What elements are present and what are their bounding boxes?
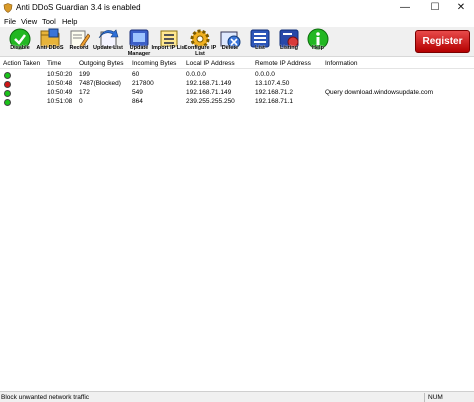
column-remote-ip[interactable]: Remote IP Address <box>255 60 311 67</box>
cell-outgoing: 0 <box>79 98 83 105</box>
menu-view[interactable]: View <box>21 17 37 26</box>
cell-remote-ip: 0.0.0.0 <box>255 71 275 78</box>
cell-outgoing: 199 <box>79 71 90 78</box>
table-row[interactable]: 10:51:08 0 864 239.255.255.250 192.168.7… <box>0 98 474 107</box>
title-bar: Anti DDoS Guardian 3.4 is enabled — ☐ ✕ <box>0 0 474 16</box>
status-dot-icon <box>4 90 11 97</box>
window-title: Anti DDoS Guardian 3.4 is enabled <box>16 3 141 12</box>
column-incoming-bytes[interactable]: Incoming Bytes <box>132 60 176 67</box>
help-button[interactable]: Help <box>303 28 333 56</box>
column-information[interactable]: Information <box>325 60 358 67</box>
toolbar: Disable Anti DDoS Record Update List Upd… <box>0 27 474 57</box>
cell-remote-ip: 13.107.4.50 <box>255 80 290 87</box>
num-lock-indicator: NUM <box>428 394 443 401</box>
menu-bar: File View Tool Help <box>0 16 474 27</box>
menu-help[interactable]: Help <box>62 17 77 26</box>
update-manager-button[interactable]: Update Manager <box>124 28 154 56</box>
cell-incoming: 60 <box>132 71 140 78</box>
update-list-button[interactable]: Update List <box>93 28 123 56</box>
menu-file[interactable]: File <box>4 17 16 26</box>
minimize-button[interactable]: — <box>390 0 420 16</box>
cell-local-ip: 239.255.255.250 <box>186 98 235 105</box>
cell-remote-ip: 192.168.71.1 <box>255 98 293 105</box>
cell-local-ip: 192.168.71.149 <box>186 89 232 96</box>
cell-incoming: 549 <box>132 89 143 96</box>
cell-time: 10:50:49 <box>47 89 73 96</box>
configure-ip-list-button[interactable]: Configure IP List <box>184 28 216 56</box>
listing-button[interactable]: Listing <box>274 28 304 56</box>
cell-information: Query download.windowsupdate.com <box>325 89 434 96</box>
status-dot-icon <box>4 99 11 106</box>
delete-button[interactable]: Delete <box>215 28 245 56</box>
cell-remote-ip: 192.168.71.2 <box>255 89 293 96</box>
cell-incoming: 864 <box>132 98 143 105</box>
status-dot-icon <box>4 81 11 88</box>
cell-incoming: 217800 <box>132 80 154 87</box>
status-text: Block unwanted network traffic <box>1 394 90 401</box>
column-action-taken[interactable]: Action Taken <box>3 60 40 67</box>
cell-time: 10:50:48 <box>47 80 73 87</box>
app-shield-icon <box>3 3 13 13</box>
table-row[interactable]: 10:50:49 172 549 192.168.71.149 192.168.… <box>0 89 474 98</box>
menu-tool[interactable]: Tool <box>42 17 56 26</box>
close-button[interactable]: ✕ <box>446 0 474 16</box>
table-header: Action Taken Time Outgoing Bytes Incomin… <box>0 59 474 69</box>
import-ip-list-button[interactable]: Import IP List <box>151 28 187 56</box>
cell-local-ip: 0.0.0.0 <box>186 71 206 78</box>
table-row[interactable]: 10:50:20 199 60 0.0.0.0 0.0.0.0 <box>0 71 474 80</box>
anti-ddos-button[interactable]: Anti DDoS <box>35 28 65 56</box>
status-divider <box>424 393 425 402</box>
register-button[interactable]: Register <box>415 30 470 53</box>
cell-local-ip: 192.168.71.149 <box>186 80 232 87</box>
column-local-ip[interactable]: Local IP Address <box>186 60 235 67</box>
table-row[interactable]: 10:50:48 7487(Blocked) 217800 192.168.71… <box>0 80 474 89</box>
cell-outgoing: 172 <box>79 89 90 96</box>
record-button[interactable]: Record <box>64 28 94 56</box>
cell-time: 10:51:08 <box>47 98 73 105</box>
list-button[interactable]: List <box>245 28 275 56</box>
column-outgoing-bytes[interactable]: Outgoing Bytes <box>79 60 123 67</box>
status-dot-icon <box>4 72 11 79</box>
status-bar: Block unwanted network traffic NUM <box>0 391 474 402</box>
cell-outgoing: 7487(Blocked) <box>79 80 121 87</box>
disable-button[interactable]: Disable <box>5 28 35 56</box>
column-time[interactable]: Time <box>47 60 61 67</box>
cell-time: 10:50:20 <box>47 71 73 78</box>
